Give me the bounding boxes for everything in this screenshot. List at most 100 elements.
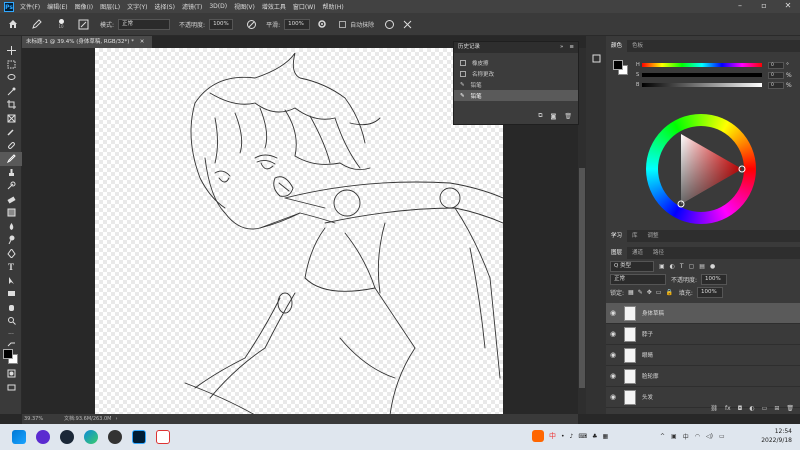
- rectangle-tool-icon[interactable]: [0, 287, 22, 301]
- eraser-tool-icon[interactable]: [0, 193, 22, 207]
- app-icon-purple[interactable]: [36, 430, 50, 444]
- filter-smart-icon[interactable]: ▤: [699, 263, 705, 270]
- home-icon[interactable]: [6, 17, 20, 31]
- healing-brush-icon[interactable]: [0, 139, 22, 153]
- dodge-tool-icon[interactable]: [0, 233, 22, 247]
- new-layer-icon[interactable]: ⊞: [774, 405, 779, 412]
- symmetry-icon[interactable]: [400, 17, 414, 31]
- vertical-scrollbar[interactable]: [578, 48, 586, 414]
- blur-tool-icon[interactable]: [0, 220, 22, 234]
- tab-channels[interactable]: 通道: [627, 247, 648, 259]
- document-tab[interactable]: 未标题-1 @ 39.4% (身体草稿, RGB/32*) * ✕: [22, 36, 152, 48]
- quick-mask-icon[interactable]: [0, 367, 22, 381]
- history-item[interactable]: 橡皮擦: [454, 57, 578, 68]
- tray-chevron-icon[interactable]: ^: [660, 433, 665, 440]
- menu-filter[interactable]: 滤镜(T): [182, 2, 202, 11]
- pencil-tool-icon[interactable]: [30, 17, 44, 31]
- color-wheel[interactable]: [646, 114, 756, 224]
- crop-tool-icon[interactable]: [0, 98, 22, 112]
- lock-transparent-icon[interactable]: ▦: [628, 289, 634, 296]
- hue-value[interactable]: 0: [768, 61, 784, 69]
- hue-slider[interactable]: H 0 °: [636, 60, 800, 70]
- wifi-icon[interactable]: ◠: [695, 433, 700, 440]
- pressure-size-icon[interactable]: [382, 17, 396, 31]
- tab-color[interactable]: 颜色: [606, 40, 628, 52]
- pen-tool-icon[interactable]: [0, 247, 22, 261]
- menu-type[interactable]: 文字(Y): [127, 2, 147, 11]
- lock-position-icon[interactable]: ✥: [647, 289, 652, 296]
- fill-field[interactable]: 100%: [696, 287, 723, 298]
- menu-select[interactable]: 选择(S): [154, 2, 175, 11]
- edge-icon[interactable]: [84, 430, 98, 444]
- tray-app-icon[interactable]: ▣: [671, 433, 677, 440]
- tab-libraries[interactable]: 库: [627, 230, 643, 242]
- new-group-icon[interactable]: ▭: [762, 405, 768, 412]
- type-tool-icon[interactable]: T: [0, 260, 22, 274]
- eye-icon[interactable]: ◉: [606, 330, 620, 338]
- layer-name[interactable]: 身体草稿: [642, 309, 664, 317]
- layer-name[interactable]: 头发: [642, 393, 653, 401]
- layer-name[interactable]: 脸轮廓: [642, 372, 659, 380]
- zoom-level[interactable]: 39.37%: [24, 414, 64, 424]
- gear-icon[interactable]: [315, 17, 329, 31]
- ime-toolbox-icon[interactable]: ▦: [602, 433, 608, 440]
- menu-image[interactable]: 图像(I): [75, 2, 93, 11]
- history-brush-icon[interactable]: [0, 179, 22, 193]
- lock-all-icon[interactable]: 🔒: [665, 289, 672, 296]
- microphone-icon[interactable]: ♪: [570, 433, 574, 440]
- menu-file[interactable]: 文件(F): [20, 2, 40, 11]
- more-tools-icon[interactable]: ···: [0, 328, 22, 342]
- menu-view[interactable]: 视图(V): [234, 2, 255, 11]
- color-swatches[interactable]: [0, 347, 22, 367]
- new-document-icon[interactable]: ⧉: [538, 112, 542, 120]
- zoom-tool-icon[interactable]: [0, 314, 22, 328]
- hue-track[interactable]: [642, 63, 762, 67]
- pressure-opacity-icon[interactable]: [244, 17, 258, 31]
- eye-icon[interactable]: ◉: [606, 372, 620, 380]
- battery-icon[interactable]: ▭: [719, 433, 725, 440]
- history-item[interactable]: ✎ 铅笔: [454, 90, 578, 101]
- snapshot-camera-icon[interactable]: ◙: [551, 113, 557, 120]
- auto-erase-checkbox[interactable]: [339, 20, 347, 28]
- menu-plugins[interactable]: 增效工具: [262, 2, 286, 11]
- link-layers-icon[interactable]: ⛓: [710, 405, 718, 412]
- ime-skin-icon[interactable]: ♣: [592, 433, 597, 440]
- smooth-field[interactable]: 100%: [284, 18, 311, 30]
- close-tab-icon[interactable]: ✕: [140, 39, 145, 45]
- history-panel-header[interactable]: 历史记录 » ≡: [454, 42, 578, 53]
- saturation-slider[interactable]: S 0 %: [636, 70, 800, 80]
- tab-swatches[interactable]: 色板: [627, 40, 648, 52]
- tab-layers[interactable]: 图层: [606, 247, 628, 259]
- keyboard-icon[interactable]: ⌨: [578, 433, 587, 440]
- frame-tool-icon[interactable]: [0, 112, 22, 126]
- quick-select-tool-icon[interactable]: [0, 85, 22, 99]
- maximize-icon[interactable]: ▫: [752, 0, 776, 13]
- adjustment-layer-icon[interactable]: ◐: [749, 405, 754, 412]
- delete-layer-icon[interactable]: 🗑: [786, 405, 794, 412]
- saturation-value[interactable]: 0: [768, 71, 784, 79]
- layer-row[interactable]: ◉ 身体草稿: [606, 303, 800, 324]
- layer-row[interactable]: ◉ 眼睛: [606, 345, 800, 366]
- opacity-field[interactable]: 100%: [209, 18, 234, 30]
- close-icon[interactable]: ✕: [776, 0, 800, 13]
- move-tool-icon[interactable]: [0, 44, 22, 58]
- tray-lang-icon[interactable]: 中: [683, 432, 689, 441]
- windows-start-icon[interactable]: [12, 430, 26, 444]
- steam-icon[interactable]: [60, 430, 74, 444]
- path-select-tool-icon[interactable]: [0, 274, 22, 288]
- canvas[interactable]: [95, 48, 503, 415]
- brightness-track[interactable]: [642, 83, 762, 87]
- history-item[interactable]: ✎ 铅笔: [454, 79, 578, 90]
- history-panel-icon[interactable]: [586, 52, 606, 66]
- ime-punct-icon[interactable]: •: [561, 433, 565, 440]
- tab-paths[interactable]: 路径: [648, 247, 669, 259]
- eye-icon[interactable]: ◉: [606, 351, 620, 359]
- menu-layer[interactable]: 图层(L): [100, 2, 120, 11]
- menu-edit[interactable]: 编辑(E): [47, 2, 67, 11]
- filter-type-icon[interactable]: T: [680, 263, 684, 270]
- lasso-tool-icon[interactable]: [0, 71, 22, 85]
- sogou-icon[interactable]: [532, 430, 544, 442]
- app-icon-dark[interactable]: [108, 430, 122, 444]
- ime-mode[interactable]: 中: [549, 431, 556, 441]
- status-arrow-icon[interactable]: ›: [115, 414, 117, 424]
